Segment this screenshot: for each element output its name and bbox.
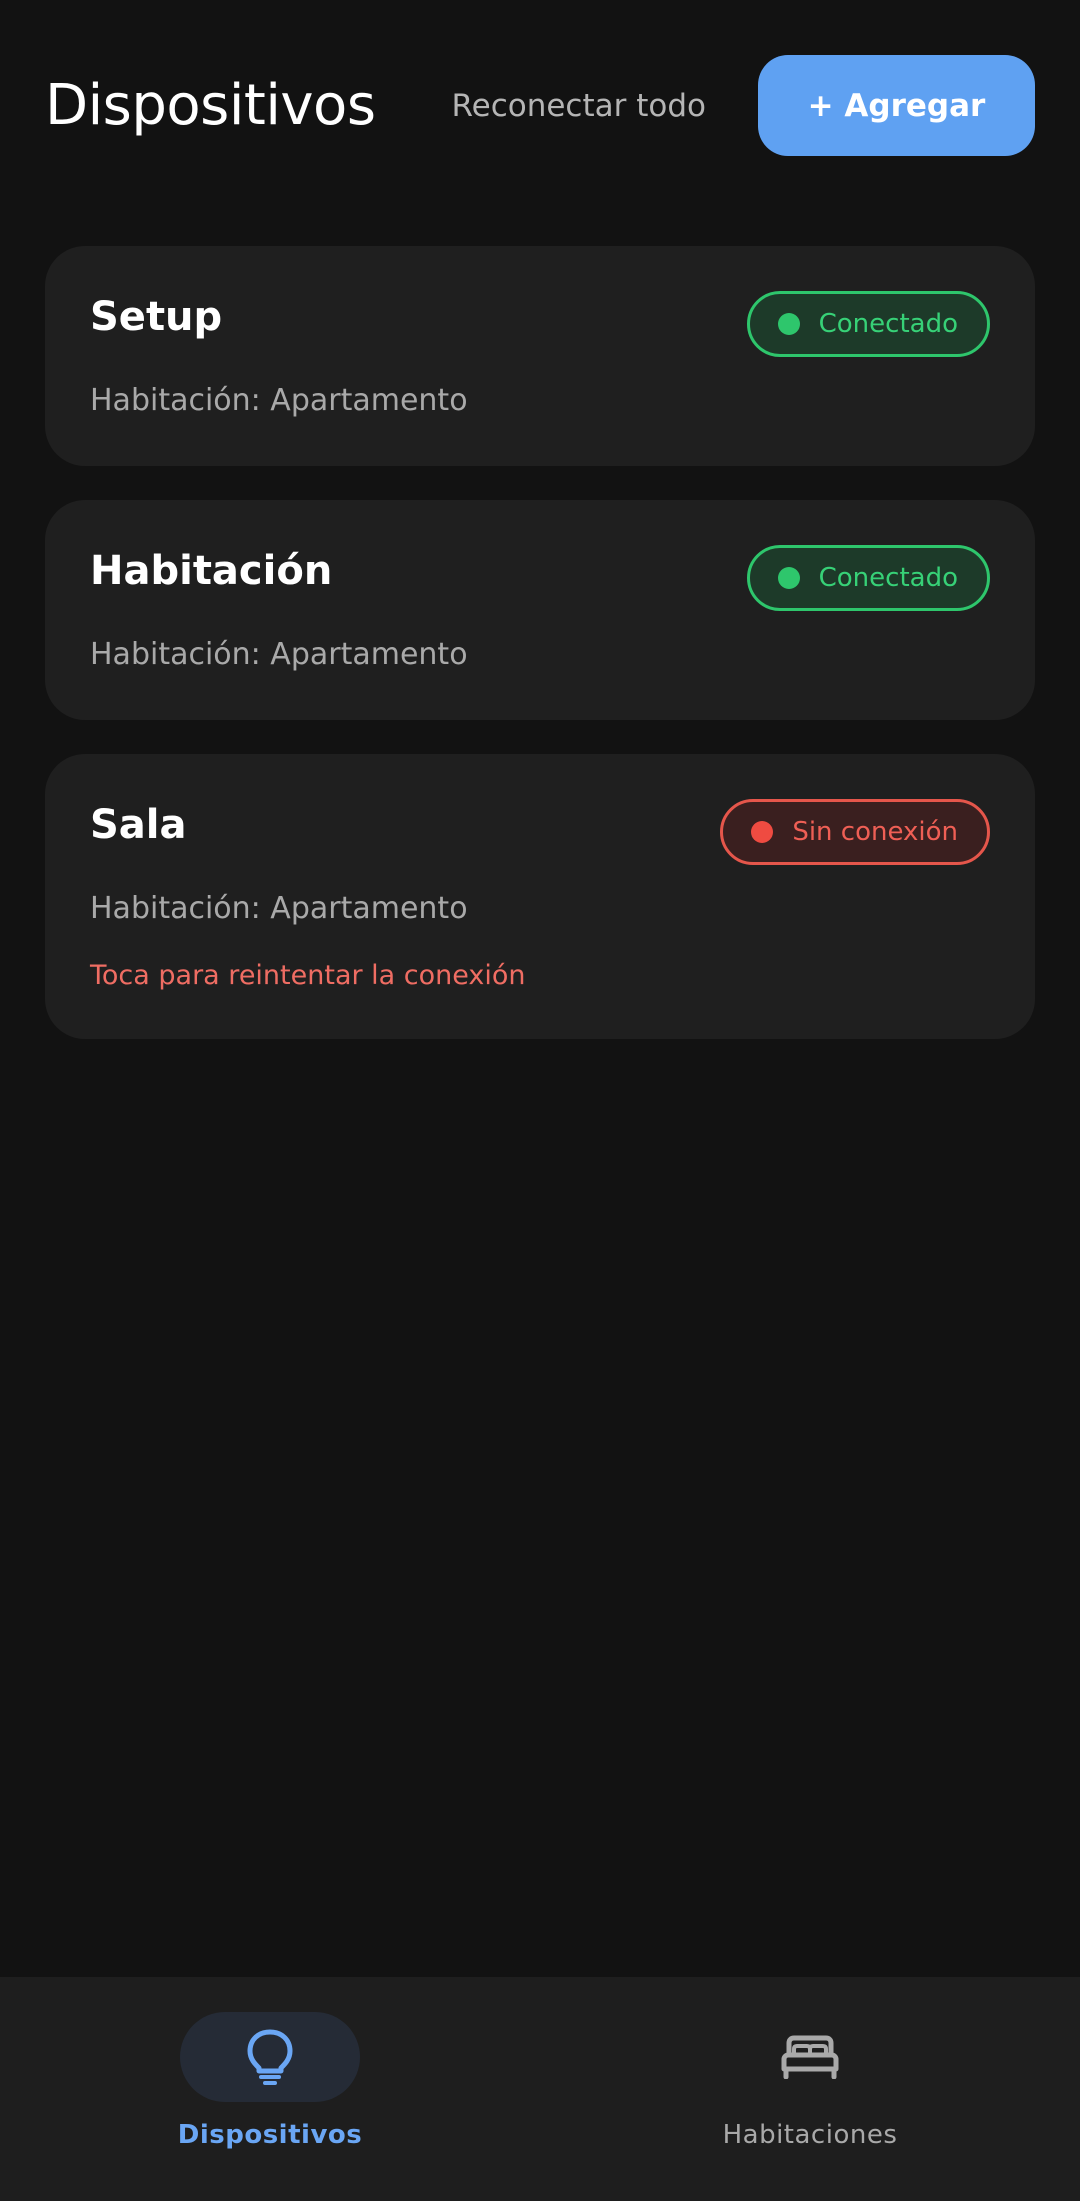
add-device-button[interactable]: + Agregar xyxy=(758,55,1035,156)
device-room: Habitación: Apartamento xyxy=(90,383,468,418)
device-list: Setup Conectado Habitación: Apartamento … xyxy=(45,246,1035,1073)
retry-connection-link[interactable]: Toca para reintentar la conexión xyxy=(90,960,526,991)
status-badge: Conectado xyxy=(746,545,990,611)
device-room: Habitación: Apartamento xyxy=(90,891,468,926)
device-card-habitacion[interactable]: Habitación Conectado Habitación: Apartam… xyxy=(45,500,1035,720)
device-card-sala[interactable]: Sala Sin conexión Habitación: Apartament… xyxy=(45,754,1035,1039)
bed-icon xyxy=(781,2035,839,2079)
device-card-setup[interactable]: Setup Conectado Habitación: Apartamento xyxy=(45,246,1035,466)
page-title: Dispositivos xyxy=(45,73,376,138)
nav-icon-wrap xyxy=(180,2012,360,2102)
bottom-nav: Dispositivos Habitaciones xyxy=(0,1977,1080,2201)
status-dot-icon xyxy=(751,821,774,843)
nav-label: Habitaciones xyxy=(722,2120,898,2150)
device-name: Habitación xyxy=(90,548,333,594)
status-badge: Conectado xyxy=(746,291,990,357)
status-dot-icon xyxy=(777,567,800,589)
status-label: Sin conexión xyxy=(792,817,958,847)
status-badge: Sin conexión xyxy=(720,799,990,865)
device-name: Setup xyxy=(90,294,223,340)
reconnect-all-button[interactable]: Reconectar todo xyxy=(451,88,706,124)
status-dot-icon xyxy=(777,313,800,335)
nav-item-dispositivos[interactable]: Dispositivos xyxy=(0,1977,540,2201)
nav-label: Dispositivos xyxy=(177,2120,363,2150)
nav-item-habitaciones[interactable]: Habitaciones xyxy=(540,1977,1080,2201)
nav-icon-wrap xyxy=(720,2012,900,2102)
lightbulb-icon xyxy=(247,2029,293,2085)
status-label: Conectado xyxy=(818,309,958,339)
header: Dispositivos Reconectar todo + Agregar xyxy=(45,55,1035,156)
device-name: Sala xyxy=(90,802,187,848)
status-label: Conectado xyxy=(818,563,958,593)
device-room: Habitación: Apartamento xyxy=(90,637,468,672)
app: Dispositivos Reconectar todo + Agregar S… xyxy=(0,0,1080,2201)
